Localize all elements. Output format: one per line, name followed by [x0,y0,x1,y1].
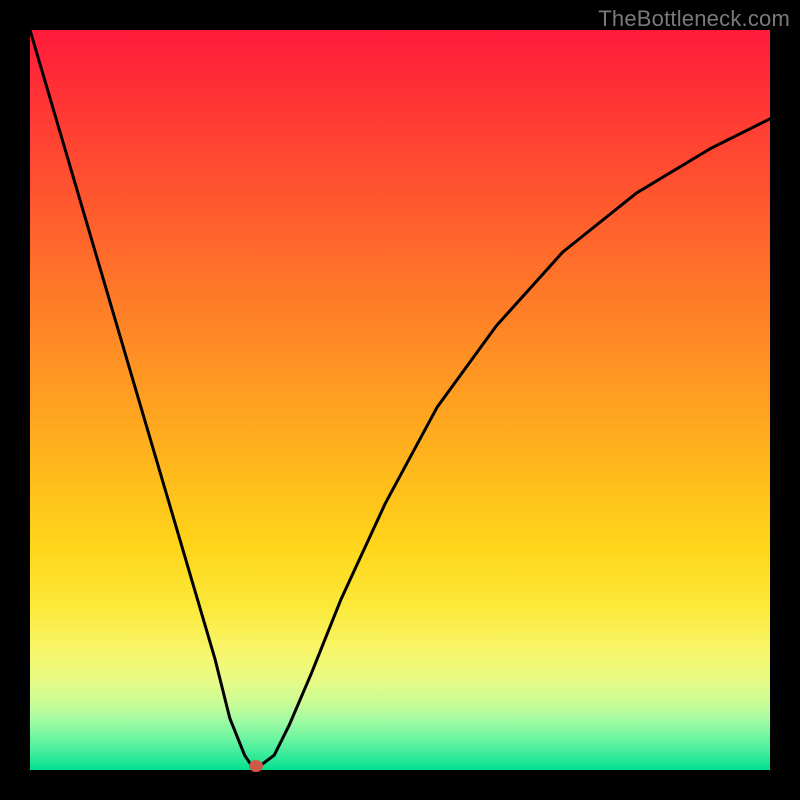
minimum-marker [249,760,263,772]
bottleneck-curve [30,30,770,770]
watermark-text: TheBottleneck.com [598,6,790,32]
chart-frame: TheBottleneck.com [0,0,800,800]
plot-area [30,30,770,770]
